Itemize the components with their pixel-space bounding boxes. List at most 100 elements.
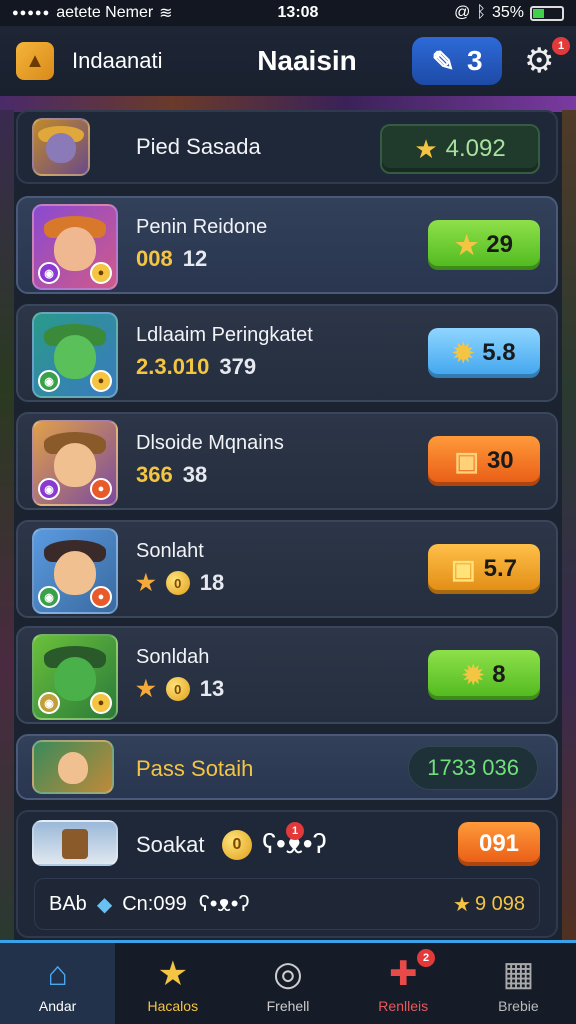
bottom-entry-name: Soakat: [136, 832, 205, 857]
player-action-value: 29: [486, 231, 513, 258]
battery-icon: [530, 5, 564, 21]
class-badge-icon: ◉: [38, 370, 60, 392]
coin-icon: 0: [165, 571, 190, 595]
player-card[interactable]: ◉ ● Ldlaaim Peringkatet 2.3.010 379 ✹ 5.…: [16, 304, 558, 402]
chest-icon: ▣: [454, 445, 479, 476]
player-stat-secondary: 379: [219, 354, 257, 379]
status-bar: ●●●●● aetete Nemer ≋ 13:08 @ ᛒ 35%: [0, 0, 576, 26]
notification-badge: 1: [286, 822, 304, 840]
nav-label: Andar: [38, 997, 77, 1014]
bottom-entry-card[interactable]: Soakat 0 ʕ•ᴥ•ʔ 1 091 BAb ◆ Cn:099 ʕ•ᴥ•ʔ …: [16, 810, 558, 938]
player-stat-primary: 2.3.010: [136, 354, 210, 379]
star-icon: ★: [414, 133, 438, 164]
top-entry-value-button[interactable]: ★ 4.092: [380, 124, 540, 174]
nav-label: Frehell: [266, 997, 310, 1014]
notification-badge: 2: [417, 949, 436, 967]
home-icon: ⌂: [47, 954, 68, 993]
player-stat-secondary: 12: [182, 246, 208, 271]
player-action-button[interactable]: ▣ 5.7: [428, 544, 540, 594]
player-action-button[interactable]: ✹ 8: [428, 650, 540, 700]
avatar: [32, 820, 118, 866]
player-stat-secondary: 18: [199, 570, 225, 595]
pass-entry-value: 1733 036: [408, 746, 538, 790]
bear-icon: ʕ•ᴥ•ʔ: [198, 891, 250, 916]
player-name: Ldlaaim Peringkatet: [136, 324, 313, 346]
player-action-button[interactable]: ▣ 30: [428, 436, 540, 486]
player-action-value: 5.7: [483, 555, 517, 582]
avatar: [32, 118, 90, 176]
coin-badge-icon: ●: [90, 478, 112, 500]
notification-badge: 1: [552, 37, 570, 55]
alarm-icon: @: [454, 4, 471, 21]
sub-row-value: 9 098: [474, 892, 525, 915]
sub-row-label: BAb: [49, 892, 87, 915]
player-card[interactable]: ◉ ● Sonldah ★ 0 13 ✹ 8: [16, 626, 558, 724]
player-card[interactable]: ◉ ● Sonlaht ★ 0 18 ▣ 5.7: [16, 520, 558, 618]
class-badge-icon: ◉: [38, 692, 60, 714]
player-action-value: 8: [492, 661, 506, 688]
player-stat-secondary: 13: [199, 676, 225, 701]
coin-icon: 0: [165, 677, 190, 701]
player-action-value: 5.8: [482, 339, 516, 366]
top-entry-card[interactable]: Pied Sasada ★ 4.092: [16, 110, 558, 184]
pass-entry-name: Pass Sotaih: [136, 756, 254, 781]
header-count-button[interactable]: ✎ 3: [412, 37, 502, 85]
coin-icon: 0: [222, 830, 252, 860]
sub-row-value-label: Cn:099: [122, 892, 187, 915]
wifi-icon: ≋: [159, 5, 173, 22]
player-stat-primary: 008: [136, 246, 173, 271]
header-left-label: Indaanati: [72, 48, 163, 73]
sun-icon: ✹: [452, 337, 475, 368]
star-icon: ★: [454, 229, 479, 260]
class-badge-icon: ◉: [38, 586, 60, 608]
wand-icon: ✎: [431, 45, 455, 77]
avatar: ◉ ●: [32, 420, 118, 506]
carrier-name: aetete Nemer: [56, 4, 154, 21]
pass-entry-card[interactable]: Pass Sotaih 1733 036: [16, 734, 558, 800]
nav-item-explore[interactable]: ◎ Frehell: [230, 943, 345, 1024]
top-entry-value: 4.092: [445, 135, 506, 162]
nav-item-home[interactable]: ⌂ Andar: [0, 943, 116, 1024]
nav-item-more[interactable]: ▦ Brebie: [461, 943, 576, 1024]
player-name: Dlsoide Mqnains: [136, 432, 284, 454]
battery-percent: 35%: [491, 4, 524, 21]
gem-icon: ◆: [96, 893, 113, 916]
grid-icon: ▦: [502, 954, 535, 993]
nav-item-rewards[interactable]: ✚ 2 Renlleis: [346, 943, 461, 1024]
background-art-right: [562, 110, 576, 944]
coin-badge-icon: ●: [90, 262, 112, 284]
bottom-nav: ⌂ Andar ★ Hacalos ◎ Frehell ✚ 2 Renlleis…: [0, 940, 576, 1024]
nav-label: Renlleis: [378, 997, 429, 1014]
bottom-entry-button-value: 091: [478, 830, 520, 857]
player-name: Sonlaht: [136, 540, 204, 562]
header: ▲ Indaanati Naaisin ✎ 3 ⚙ 1: [0, 26, 576, 96]
gift-icon: ✚: [388, 954, 418, 993]
class-badge-icon: ◉: [38, 478, 60, 500]
player-action-value: 30: [486, 447, 514, 474]
settings-button[interactable]: ⚙ 1: [524, 37, 570, 79]
compass-icon: ◎: [273, 954, 303, 993]
player-stat-secondary: 38: [182, 462, 208, 487]
signal-icon: ●●●●●: [12, 7, 51, 19]
avatar: ◉ ●: [32, 528, 118, 614]
player-card[interactable]: ◉ ● Dlsoide Mqnains 366 38 ▣ 30: [16, 412, 558, 510]
background-art-left: [0, 110, 14, 944]
player-card[interactable]: ◉ ● Penin Reidone 008 12 ★ 29: [16, 196, 558, 294]
star-icon: ★: [453, 893, 471, 916]
bottom-entry-button[interactable]: 091: [458, 822, 540, 866]
status-time: 13:08: [277, 4, 319, 21]
bottom-sub-row[interactable]: BAb ◆ Cn:099 ʕ•ᴥ•ʔ ★ 9 098: [34, 878, 540, 930]
sun-icon: ✹: [462, 659, 485, 690]
page-title: Naaisin: [257, 45, 357, 76]
nav-label: Hacalos: [147, 997, 199, 1014]
top-entry-name: Pied Sasada: [136, 134, 261, 159]
header-count-value: 3: [466, 45, 483, 76]
player-action-button[interactable]: ✹ 5.8: [428, 328, 540, 378]
nav-item-favorites[interactable]: ★ Hacalos: [115, 943, 230, 1024]
home-logo-icon[interactable]: ▲: [16, 42, 54, 80]
avatar: ◉ ●: [32, 634, 118, 720]
battery-level: [533, 8, 544, 18]
player-action-button[interactable]: ★ 29: [428, 220, 540, 270]
star-icon: ★: [157, 954, 189, 993]
nav-label: Brebie: [498, 997, 539, 1014]
